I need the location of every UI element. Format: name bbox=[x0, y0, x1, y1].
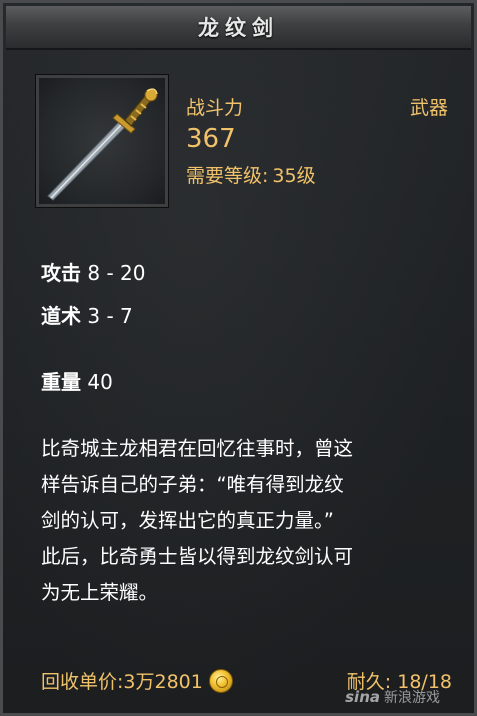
attribute-value: 8 - 20 bbox=[87, 261, 146, 285]
attribute-label: 道术 bbox=[41, 304, 81, 328]
attribute-row-attack: 攻击 8 - 20 bbox=[41, 257, 145, 286]
attribute-label: 攻击 bbox=[41, 261, 81, 285]
power-value: 367 bbox=[186, 124, 236, 154]
recycle-price-label: 回收单价: bbox=[41, 671, 124, 693]
watermark-logo: sina bbox=[345, 688, 380, 706]
watermark-text: 新浪游戏 bbox=[384, 690, 440, 706]
item-type: 武器 bbox=[409, 97, 448, 119]
attribute-value: 3 - 7 bbox=[87, 304, 133, 328]
power-label: 战斗力 bbox=[186, 97, 244, 119]
attribute-label: 重量 bbox=[41, 370, 81, 394]
item-tooltip: 龙纹剑 战斗力 武器 367 需要等级: 35级 攻击 8 - 20 道术 3 … bbox=[0, 0, 477, 716]
item-lore: 比奇城主龙相君在回忆往事时，曾这 样告诉自己的子弟：“唯有得到龙纹 剑的认可，发… bbox=[41, 437, 354, 604]
attribute-row-taoism: 道术 3 - 7 bbox=[41, 300, 133, 329]
attribute-value: 40 bbox=[87, 370, 113, 394]
required-level-value: 35级 bbox=[272, 165, 316, 187]
item-icon-frame bbox=[35, 74, 169, 208]
title-bar: 龙纹剑 bbox=[6, 6, 471, 50]
required-level: 需要等级: 35级 bbox=[186, 161, 316, 188]
item-name: 龙纹剑 bbox=[198, 16, 279, 40]
recycle-price: 回收单价: 3万2801 bbox=[41, 667, 233, 694]
recycle-price-value: 3万2801 bbox=[123, 671, 203, 693]
required-level-label: 需要等级: bbox=[186, 165, 269, 187]
gold-coin-icon bbox=[208, 668, 233, 693]
attribute-row-weight: 重量 40 bbox=[41, 366, 113, 395]
watermark: sina 新浪游戏 bbox=[345, 687, 440, 707]
sword-icon bbox=[47, 88, 158, 201]
